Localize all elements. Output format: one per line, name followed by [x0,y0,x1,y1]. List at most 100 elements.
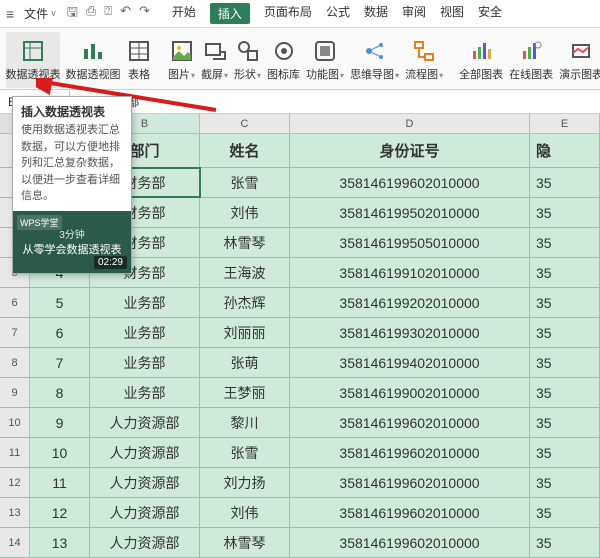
cell[interactable]: 人力资源部 [90,438,200,467]
cell[interactable]: 隐 [530,134,600,167]
cell[interactable]: 9 [30,408,90,437]
cell[interactable]: 刘力扬 [200,468,290,497]
cell[interactable]: 35 [530,408,600,437]
cell[interactable]: 张雪 [200,168,290,197]
cell[interactable]: 刘丽丽 [200,318,290,347]
tab-安全[interactable]: 安全 [478,3,502,24]
cell[interactable]: 35 [530,168,600,197]
cell[interactable]: 35 [530,258,600,287]
cell[interactable]: 林雪琴 [200,528,290,557]
cell[interactable]: 业务部 [90,318,200,347]
print-icon[interactable]: ⎙ [86,3,96,25]
cell[interactable]: 8 [30,378,90,407]
cell[interactable]: 358146199602010000 [290,528,530,557]
row-header[interactable]: 7 [0,318,30,347]
cell[interactable]: 358146199602010000 [290,438,530,467]
ribbon-功能图[interactable]: 功能图▾ [306,32,344,88]
formula-value[interactable]: 财务部 [95,93,600,110]
ribbon-全部图表[interactable]: 全部图表 [459,32,503,88]
cell[interactable]: 35 [530,198,600,227]
cell[interactable]: 业务部 [90,348,200,377]
ribbon-形状[interactable]: 形状▾ [234,32,261,88]
ribbon-图片[interactable]: 图片▾ [168,32,195,88]
cell[interactable]: 业务部 [90,378,200,407]
cell[interactable]: 林雪琴 [200,228,290,257]
cell[interactable]: 业务部 [90,288,200,317]
file-menu[interactable]: 文件 ∨ [24,5,57,22]
cell[interactable]: 358146199505010000 [290,228,530,257]
row-header[interactable]: 13 [0,498,30,527]
save-icon[interactable]: 🖫 [67,3,78,25]
row-header[interactable]: 14 [0,528,30,557]
row-header[interactable]: 8 [0,348,30,377]
cell[interactable]: 刘伟 [200,498,290,527]
undo-icon[interactable]: ↶ [120,3,131,25]
ribbon-在线图表[interactable]: 在线图表 [509,32,553,88]
cell[interactable]: 358146199202010000 [290,288,530,317]
cell[interactable]: 人力资源部 [90,468,200,497]
tab-视图[interactable]: 视图 [440,3,464,24]
ribbon-思维导图[interactable]: 思维导图▾ [350,32,399,88]
tab-页面布局[interactable]: 页面布局 [264,3,312,24]
cell[interactable]: 35 [530,348,600,377]
cell[interactable]: 身份证号 [290,134,530,167]
ribbon-演示图表[interactable]: 演示图表 [559,32,600,88]
cell[interactable]: 王海波 [200,258,290,287]
ribbon-图标库[interactable]: 图标库 [267,32,300,88]
cell[interactable]: 358146199602010000 [290,468,530,497]
cell[interactable]: 35 [530,498,600,527]
tab-数据[interactable]: 数据 [364,3,388,24]
cell[interactable]: 358146199402010000 [290,348,530,377]
cell[interactable]: 358146199602010000 [290,408,530,437]
ribbon-表格[interactable]: 表格 [126,32,152,88]
col-header-C[interactable]: C [200,114,290,133]
cell[interactable]: 张萌 [200,348,290,377]
cell[interactable]: 358146199002010000 [290,378,530,407]
cell[interactable]: 人力资源部 [90,528,200,557]
cell[interactable]: 6 [30,318,90,347]
cell[interactable]: 35 [530,288,600,317]
cell[interactable]: 11 [30,468,90,497]
cell[interactable]: 35 [530,468,600,497]
ribbon-截屏[interactable]: 截屏▾ [201,32,228,88]
cell[interactable]: 358146199302010000 [290,318,530,347]
cell[interactable]: 358146199602010000 [290,498,530,527]
cell[interactable]: 张雪 [200,438,290,467]
ribbon-数据透视图[interactable]: 数据透视图 [66,32,120,88]
cell[interactable]: 35 [530,318,600,347]
cell[interactable]: 358146199502010000 [290,198,530,227]
cell[interactable]: 12 [30,498,90,527]
cell[interactable]: 黎川 [200,408,290,437]
tooltip-video-card[interactable]: WPS学堂 3分钟 从零学会数据透视表 02:29 [13,211,131,273]
tab-插入[interactable]: 插入 [210,3,250,24]
row-header[interactable]: 9 [0,378,30,407]
cell[interactable]: 刘伟 [200,198,290,227]
col-header-D[interactable]: D [290,114,530,133]
cell[interactable]: 35 [530,378,600,407]
cell[interactable]: 358146199102010000 [290,258,530,287]
cell[interactable]: 人力资源部 [90,408,200,437]
preview-icon[interactable]: ⍰ [104,3,112,25]
cell[interactable]: 7 [30,348,90,377]
cell[interactable]: 10 [30,438,90,467]
cell[interactable]: 35 [530,438,600,467]
row-header[interactable]: 12 [0,468,30,497]
cell[interactable]: 35 [530,228,600,257]
redo-icon[interactable]: ↷ [139,3,150,25]
col-header-E[interactable]: E [530,114,600,133]
cell[interactable]: 孙杰辉 [200,288,290,317]
cell[interactable]: 35 [530,528,600,557]
row-header[interactable]: 11 [0,438,30,467]
tab-审阅[interactable]: 审阅 [402,3,426,24]
cell[interactable]: 358146199602010000 [290,168,530,197]
ribbon-流程图[interactable]: 流程图▾ [405,32,443,88]
row-header[interactable]: 10 [0,408,30,437]
cell[interactable]: 5 [30,288,90,317]
hamburger-icon[interactable]: ≡ [6,6,14,22]
cell[interactable]: 人力资源部 [90,498,200,527]
ribbon-数据透视表[interactable]: 数据透视表 [6,32,60,88]
cell[interactable]: 13 [30,528,90,557]
cell[interactable]: 姓名 [200,134,290,167]
row-header[interactable]: 6 [0,288,30,317]
tab-公式[interactable]: 公式 [326,3,350,24]
